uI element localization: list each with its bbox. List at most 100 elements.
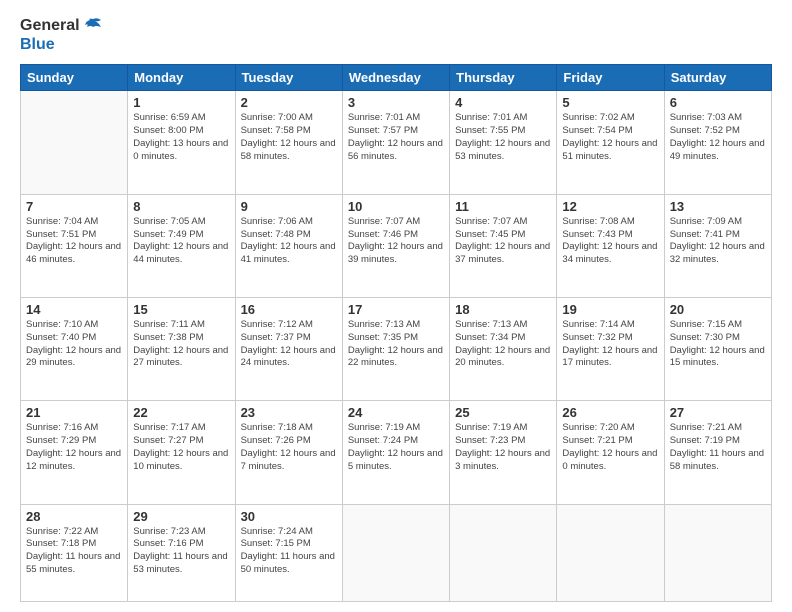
calendar-cell — [21, 91, 128, 194]
calendar-cell: 7 Sunrise: 7:04 AM Sunset: 7:51 PM Dayli… — [21, 194, 128, 297]
calendar-cell: 12 Sunrise: 7:08 AM Sunset: 7:43 PM Dayl… — [557, 194, 664, 297]
day-info: Sunrise: 7:19 AM Sunset: 7:24 PM Dayligh… — [348, 422, 444, 473]
calendar-cell: 29 Sunrise: 7:23 AM Sunset: 7:16 PM Dayl… — [128, 504, 235, 601]
day-number: 28 — [26, 509, 122, 524]
calendar-cell — [557, 504, 664, 601]
day-number: 26 — [562, 405, 658, 420]
day-info: Sunrise: 7:17 AM Sunset: 7:27 PM Dayligh… — [133, 422, 229, 473]
col-tuesday: Tuesday — [235, 65, 342, 91]
day-number: 4 — [455, 95, 551, 110]
calendar-week-row: 7 Sunrise: 7:04 AM Sunset: 7:51 PM Dayli… — [21, 194, 772, 297]
day-number: 2 — [241, 95, 337, 110]
calendar-cell: 27 Sunrise: 7:21 AM Sunset: 7:19 PM Dayl… — [664, 401, 771, 504]
day-number: 24 — [348, 405, 444, 420]
col-thursday: Thursday — [450, 65, 557, 91]
day-number: 12 — [562, 199, 658, 214]
calendar-cell: 13 Sunrise: 7:09 AM Sunset: 7:41 PM Dayl… — [664, 194, 771, 297]
calendar-week-row: 1 Sunrise: 6:59 AM Sunset: 8:00 PM Dayli… — [21, 91, 772, 194]
day-info: Sunrise: 7:24 AM Sunset: 7:15 PM Dayligh… — [241, 526, 337, 577]
calendar-cell — [342, 504, 449, 601]
calendar-week-row: 28 Sunrise: 7:22 AM Sunset: 7:18 PM Dayl… — [21, 504, 772, 601]
day-info: Sunrise: 7:20 AM Sunset: 7:21 PM Dayligh… — [562, 422, 658, 473]
day-info: Sunrise: 7:01 AM Sunset: 7:57 PM Dayligh… — [348, 112, 444, 163]
day-number: 13 — [670, 199, 766, 214]
day-info: Sunrise: 6:59 AM Sunset: 8:00 PM Dayligh… — [133, 112, 229, 163]
day-number: 22 — [133, 405, 229, 420]
day-info: Sunrise: 7:02 AM Sunset: 7:54 PM Dayligh… — [562, 112, 658, 163]
day-info: Sunrise: 7:05 AM Sunset: 7:49 PM Dayligh… — [133, 216, 229, 267]
day-number: 1 — [133, 95, 229, 110]
day-number: 15 — [133, 302, 229, 317]
calendar-cell: 17 Sunrise: 7:13 AM Sunset: 7:35 PM Dayl… — [342, 298, 449, 401]
day-number: 18 — [455, 302, 551, 317]
logo-blue: Blue — [20, 35, 55, 54]
day-info: Sunrise: 7:13 AM Sunset: 7:34 PM Dayligh… — [455, 319, 551, 370]
day-number: 30 — [241, 509, 337, 524]
calendar-cell: 11 Sunrise: 7:07 AM Sunset: 7:45 PM Dayl… — [450, 194, 557, 297]
day-info: Sunrise: 7:04 AM Sunset: 7:51 PM Dayligh… — [26, 216, 122, 267]
day-number: 29 — [133, 509, 229, 524]
day-number: 6 — [670, 95, 766, 110]
page: General Blue Sunday Monday Tuesday Wedne… — [0, 0, 792, 612]
calendar-cell: 20 Sunrise: 7:15 AM Sunset: 7:30 PM Dayl… — [664, 298, 771, 401]
day-info: Sunrise: 7:12 AM Sunset: 7:37 PM Dayligh… — [241, 319, 337, 370]
day-info: Sunrise: 7:21 AM Sunset: 7:19 PM Dayligh… — [670, 422, 766, 473]
calendar-cell: 10 Sunrise: 7:07 AM Sunset: 7:46 PM Dayl… — [342, 194, 449, 297]
calendar-table: Sunday Monday Tuesday Wednesday Thursday… — [20, 64, 772, 602]
calendar-cell: 24 Sunrise: 7:19 AM Sunset: 7:24 PM Dayl… — [342, 401, 449, 504]
header: General Blue — [20, 16, 772, 54]
calendar-cell — [450, 504, 557, 601]
col-saturday: Saturday — [664, 65, 771, 91]
day-info: Sunrise: 7:11 AM Sunset: 7:38 PM Dayligh… — [133, 319, 229, 370]
day-number: 16 — [241, 302, 337, 317]
calendar-week-row: 21 Sunrise: 7:16 AM Sunset: 7:29 PM Dayl… — [21, 401, 772, 504]
calendar-cell: 15 Sunrise: 7:11 AM Sunset: 7:38 PM Dayl… — [128, 298, 235, 401]
calendar-cell: 19 Sunrise: 7:14 AM Sunset: 7:32 PM Dayl… — [557, 298, 664, 401]
calendar-cell: 22 Sunrise: 7:17 AM Sunset: 7:27 PM Dayl… — [128, 401, 235, 504]
calendar-cell: 23 Sunrise: 7:18 AM Sunset: 7:26 PM Dayl… — [235, 401, 342, 504]
day-number: 14 — [26, 302, 122, 317]
day-info: Sunrise: 7:10 AM Sunset: 7:40 PM Dayligh… — [26, 319, 122, 370]
calendar-header-row: Sunday Monday Tuesday Wednesday Thursday… — [21, 65, 772, 91]
calendar-cell: 9 Sunrise: 7:06 AM Sunset: 7:48 PM Dayli… — [235, 194, 342, 297]
day-info: Sunrise: 7:09 AM Sunset: 7:41 PM Dayligh… — [670, 216, 766, 267]
day-info: Sunrise: 7:06 AM Sunset: 7:48 PM Dayligh… — [241, 216, 337, 267]
day-info: Sunrise: 7:08 AM Sunset: 7:43 PM Dayligh… — [562, 216, 658, 267]
day-number: 19 — [562, 302, 658, 317]
calendar-cell: 14 Sunrise: 7:10 AM Sunset: 7:40 PM Dayl… — [21, 298, 128, 401]
day-number: 20 — [670, 302, 766, 317]
day-number: 23 — [241, 405, 337, 420]
col-monday: Monday — [128, 65, 235, 91]
calendar-cell: 8 Sunrise: 7:05 AM Sunset: 7:49 PM Dayli… — [128, 194, 235, 297]
logo-bird-icon — [83, 17, 103, 35]
calendar-cell: 28 Sunrise: 7:22 AM Sunset: 7:18 PM Dayl… — [21, 504, 128, 601]
calendar-week-row: 14 Sunrise: 7:10 AM Sunset: 7:40 PM Dayl… — [21, 298, 772, 401]
day-info: Sunrise: 7:23 AM Sunset: 7:16 PM Dayligh… — [133, 526, 229, 577]
day-info: Sunrise: 7:18 AM Sunset: 7:26 PM Dayligh… — [241, 422, 337, 473]
day-info: Sunrise: 7:07 AM Sunset: 7:46 PM Dayligh… — [348, 216, 444, 267]
calendar-cell: 16 Sunrise: 7:12 AM Sunset: 7:37 PM Dayl… — [235, 298, 342, 401]
day-info: Sunrise: 7:16 AM Sunset: 7:29 PM Dayligh… — [26, 422, 122, 473]
logo: General Blue — [20, 16, 103, 54]
col-sunday: Sunday — [21, 65, 128, 91]
calendar-cell: 6 Sunrise: 7:03 AM Sunset: 7:52 PM Dayli… — [664, 91, 771, 194]
calendar-cell: 1 Sunrise: 6:59 AM Sunset: 8:00 PM Dayli… — [128, 91, 235, 194]
day-number: 3 — [348, 95, 444, 110]
calendar-cell: 30 Sunrise: 7:24 AM Sunset: 7:15 PM Dayl… — [235, 504, 342, 601]
calendar-cell: 5 Sunrise: 7:02 AM Sunset: 7:54 PM Dayli… — [557, 91, 664, 194]
calendar-cell — [664, 504, 771, 601]
day-info: Sunrise: 7:07 AM Sunset: 7:45 PM Dayligh… — [455, 216, 551, 267]
day-info: Sunrise: 7:15 AM Sunset: 7:30 PM Dayligh… — [670, 319, 766, 370]
calendar-cell: 18 Sunrise: 7:13 AM Sunset: 7:34 PM Dayl… — [450, 298, 557, 401]
day-info: Sunrise: 7:22 AM Sunset: 7:18 PM Dayligh… — [26, 526, 122, 577]
day-number: 11 — [455, 199, 551, 214]
calendar-cell: 21 Sunrise: 7:16 AM Sunset: 7:29 PM Dayl… — [21, 401, 128, 504]
logo-general: General — [20, 16, 80, 35]
day-info: Sunrise: 7:00 AM Sunset: 7:58 PM Dayligh… — [241, 112, 337, 163]
day-number: 10 — [348, 199, 444, 214]
calendar-cell: 25 Sunrise: 7:19 AM Sunset: 7:23 PM Dayl… — [450, 401, 557, 504]
col-wednesday: Wednesday — [342, 65, 449, 91]
day-number: 27 — [670, 405, 766, 420]
calendar-cell: 4 Sunrise: 7:01 AM Sunset: 7:55 PM Dayli… — [450, 91, 557, 194]
day-number: 17 — [348, 302, 444, 317]
